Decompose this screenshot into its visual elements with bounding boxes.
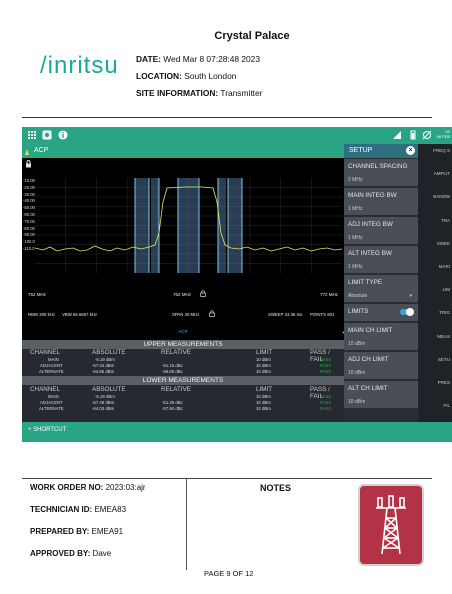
y-tick-label: -100.0 xyxy=(23,239,35,245)
anritsu-logo: /inritsu xyxy=(40,52,119,79)
span-value: SPAN 20 MHz xyxy=(172,312,200,317)
gps-off-icon xyxy=(422,130,432,140)
table-row: ALTERNATE -64.03 dBm -57.84 dBc 10 dBm P… xyxy=(39,406,332,411)
span-lock-icon[interactable] xyxy=(209,310,215,317)
shortcut-label: + SHORTCUT xyxy=(28,427,67,433)
table-row: ALTERNATE -64.85 dBm -58.65 dBc 10 dBm P… xyxy=(39,369,332,374)
footer-top-border xyxy=(22,478,432,479)
report-page: /inritsu Crystal Palace DATE: Wed Mar 8 … xyxy=(0,0,452,594)
y-tick-label: -50.00 xyxy=(23,205,35,211)
caret-down-icon: ▾ xyxy=(409,293,412,299)
points-value: POINTS 601 xyxy=(310,312,335,317)
y-tick-label: -110.0 xyxy=(23,245,35,251)
work-order-line: WORK ORDER NO: 2023:03:ajr xyxy=(30,483,146,492)
integration-bands xyxy=(135,178,242,273)
shortcut-bar[interactable]: + SHORTCUT xyxy=(22,422,452,442)
y-tick-label: -10.00 xyxy=(23,178,35,183)
info-icon[interactable] xyxy=(58,130,68,140)
instrument-screenshot: 03 08 FEB ACP -10.00 -20.00 -30.00 -40.00 -5… xyxy=(22,127,452,442)
y-tick-label: -40.00 xyxy=(23,198,35,204)
measurement-selector-label: ACP xyxy=(178,329,188,334)
date-label: DATE: xyxy=(136,54,161,64)
measurement-title: ACP xyxy=(34,147,49,154)
footer-divider xyxy=(186,478,187,570)
battery-icon xyxy=(408,130,418,140)
vbw-value: VBW 66.6667 kHz xyxy=(62,312,98,317)
site-info-value: Transmitter xyxy=(220,88,263,98)
date-line: DATE: Wed Mar 8 07:28:48 2023 xyxy=(136,54,260,64)
technician-line: TECHNICIAN ID: EMEA83 xyxy=(30,505,127,514)
status-bar: 03 08 FEB xyxy=(22,127,452,144)
y-tick-label: -60.00 xyxy=(23,211,35,217)
sweep-value: SWEEP 23.36 ms xyxy=(268,312,303,317)
y-tick-label: -20.00 xyxy=(23,184,35,190)
spectrum-plot xyxy=(35,178,342,273)
adj-integ-bw-button[interactable]: ADJ INTEG BW 1 MHz xyxy=(344,216,418,244)
date-value: Wed Mar 8 07:28:48 2023 xyxy=(163,54,260,64)
channel-spacing-button[interactable]: CHANNEL SPACING 2 MHz xyxy=(344,158,418,186)
side-menu: FREQ S AMPLIT BANDW TRA SWEE MARI LIM TRIG MEAS S… xyxy=(418,144,452,422)
site-info-line: SITE INFORMATION: Transmitter xyxy=(136,88,262,98)
acp-results-table: UPPER MEASUREMENTS CHANNEL ABSOLUTE RELA… xyxy=(22,340,344,432)
col-absolute: ABSOLUTE xyxy=(92,349,126,356)
alt-ch-limit-button[interactable]: ALT CH LIMIT 10 dBm xyxy=(344,380,418,408)
spectrum-icon xyxy=(25,149,29,155)
y-tick-label: -90.00 xyxy=(23,232,35,238)
menu-icon[interactable] xyxy=(27,130,37,140)
adj-ch-limit-button[interactable]: ADJ CH LIMIT 10 dBm xyxy=(344,351,418,379)
camera-icon[interactable] xyxy=(42,130,52,140)
site-info-label: SITE INFORMATION: xyxy=(136,88,219,98)
measurement-title-bar: ACP xyxy=(22,144,344,158)
center-lock-icon[interactable] xyxy=(200,290,206,297)
upper-measurements-header: UPPER MEASUREMENTS xyxy=(22,340,344,349)
location-label: LOCATION: xyxy=(136,71,182,81)
notes-heading: NOTES xyxy=(260,483,292,493)
limits-toggle-row[interactable]: LIMITS xyxy=(344,303,418,321)
approved-by-line: APPROVED BY: Dave xyxy=(30,549,112,558)
setup-header: SETUP × xyxy=(344,144,418,158)
main-integ-bw-button[interactable]: MAIN INTEG BW 1 MHz xyxy=(344,187,418,215)
lock-icon[interactable] xyxy=(25,160,32,168)
header-divider xyxy=(22,117,432,118)
col-channel: CHANNEL xyxy=(30,349,61,356)
setup-title: SETUP xyxy=(349,147,373,154)
main-ch-limit-button[interactable]: MAIN CH LIMIT 10 dBm xyxy=(344,322,418,350)
close-icon[interactable]: × xyxy=(406,146,415,155)
prepared-by-line: PREPARED BY: EMEA91 xyxy=(30,527,124,536)
y-tick-label: -30.00 xyxy=(23,191,35,197)
clock-date: 08 FEB xyxy=(436,134,450,139)
col-limit: LIMIT xyxy=(256,349,273,356)
x-center-label: 762 MHz xyxy=(173,292,192,297)
x-start-label: 752 MHz xyxy=(28,292,47,297)
x-stop-label: 772 MHz xyxy=(320,292,339,297)
report-header: /inritsu Crystal Palace DATE: Wed Mar 8 … xyxy=(0,0,452,120)
measurement-selector[interactable]: ACP ⌄ xyxy=(22,325,354,340)
y-tick-label: -70.00 xyxy=(23,218,35,224)
lower-table-header: CHANNEL ABSOLUTE RELATIVE LIMIT PASS / F… xyxy=(30,386,330,400)
clock: 03 08 FEB xyxy=(437,129,450,139)
network-icon xyxy=(392,130,402,140)
upper-table-header: CHANNEL ABSOLUTE RELATIVE LIMIT PASS / F… xyxy=(22,349,344,363)
lower-measurements-header: LOWER MEASUREMENTS xyxy=(22,376,344,385)
site-title: Crystal Palace xyxy=(214,30,290,42)
spectrum-trace-panel: -10.00 -20.00 -30.00 -40.00 -50.00 -60.00 -70.… xyxy=(22,158,344,325)
limits-toggle[interactable] xyxy=(400,308,414,316)
location-line: LOCATION: South London xyxy=(136,71,236,81)
rbw-value: RBW 200 kHz xyxy=(28,312,55,317)
col-relative: RELATIVE xyxy=(161,349,191,356)
setup-panel: SETUP × CHANNEL SPACING 2 MHz MAIN INTEG … xyxy=(344,144,418,422)
cell-tower-icon xyxy=(358,484,424,566)
page-number: PAGE 9 OF 12 xyxy=(204,569,254,578)
y-axis-ticks: -10.00 -20.00 -30.00 -40.00 -50.00 -60.00 -70.… xyxy=(23,178,35,253)
location-value: South London xyxy=(184,71,237,81)
y-tick-label: -80.00 xyxy=(23,225,35,231)
limit-type-select[interactable]: LIMIT TYPE Absolute ▾ xyxy=(344,274,418,302)
alt-integ-bw-button[interactable]: ALT INTEG BW 1 MHz xyxy=(344,245,418,273)
